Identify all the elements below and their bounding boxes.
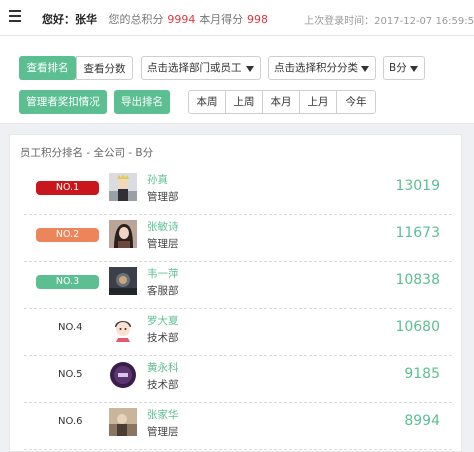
chevron-down-icon [361,66,369,72]
last-login-time: 上次登录时间：2017-12-07 16:59:5 [304,16,474,27]
top-bar: 您好：张华 您的总积分 9994 本月得分 998 上次登录时间：2017-12… [0,0,474,36]
avatar [109,361,137,389]
filter-toolbar: 查看排名 查看分数 点击选择部门或员工 点击选择积分分类 B分 管理者奖扣情况 … [0,36,474,124]
employee-score: 8994 [404,413,440,429]
export-ranking-button[interactable]: 导出排名 [114,90,170,114]
avatar [109,220,137,248]
ranking-row[interactable]: NO.2 张敏诗 管理层 11673 [24,215,452,262]
employee-score: 11673 [395,225,440,241]
avatar [109,173,137,201]
employee-name[interactable]: 张敏诗 [147,219,179,234]
employee-department: 管理部 [147,191,179,203]
month-score-label: 本月得分 [199,13,244,26]
manager-deduction-button[interactable]: 管理者奖扣情况 [19,90,107,114]
period-last-week[interactable]: 上周 [225,90,263,114]
rank-number: NO.5 [58,369,83,380]
employee-score: 9185 [404,366,440,382]
ranking-panel: 员工积分排名 - 全公司 - B分 NO.1 孙真 管理部 13019 NO.2 [9,134,462,452]
view-ranking-button[interactable]: 查看排名 [19,56,76,80]
grade-select-value: B分 [389,62,407,74]
total-score-value: 9994 [167,13,196,26]
period-this-year[interactable]: 今年 [336,90,376,114]
rank-badge: NO.1 [36,181,99,195]
employee-name[interactable]: 韦一萍 [147,266,179,281]
rank-number: NO.4 [58,322,83,333]
department-select-value: 点击选择部门或员工 [147,62,242,74]
employee-department: 客服部 [147,285,179,297]
period-this-month[interactable]: 本月 [262,90,300,114]
employee-department: 管理层 [147,426,179,438]
menu-icon[interactable] [9,10,21,24]
grade-select[interactable]: B分 [383,56,425,80]
avatar [109,408,137,436]
view-scores-button[interactable]: 查看分数 [76,56,133,80]
rank-badge: NO.3 [36,275,99,289]
ranking-row[interactable]: NO.3 韦一萍 客服部 10838 [24,262,452,309]
employee-name[interactable]: 孙真 [147,172,168,187]
category-select[interactable]: 点击选择积分分类 [268,56,376,80]
total-score-label: 您的总积分 [108,13,164,26]
period-this-week[interactable]: 本周 [188,90,226,114]
ranking-row[interactable]: NO.4 罗大夏 技术部 10680 [24,309,452,356]
employee-name[interactable]: 张家华 [147,407,179,422]
avatar [109,267,137,295]
employee-department: 管理层 [147,238,179,250]
employee-department: 技术部 [147,379,179,391]
panel-title: 员工积分排名 - 全公司 - B分 [20,147,154,159]
rank-number: NO.6 [58,416,83,427]
department-select[interactable]: 点击选择部门或员工 [141,56,261,80]
employee-score: 13019 [395,178,440,194]
greeting: 您好：张华 [42,13,97,26]
chevron-down-icon [246,66,254,72]
employee-department: 技术部 [147,332,179,344]
category-select-value: 点击选择积分分类 [274,62,358,74]
month-score-value: 998 [247,13,269,26]
employee-name[interactable]: 黄永科 [147,360,179,375]
ranking-row[interactable]: NO.1 孙真 管理部 13019 [24,168,452,215]
ranking-row[interactable]: NO.6 张家华 管理层 8994 [24,403,452,450]
employee-name[interactable]: 罗大夏 [147,313,179,328]
user-summary: 您好：张华 您的总积分 9994 本月得分 998 [42,11,268,27]
avatar [109,314,137,342]
ranking-row[interactable]: NO.5 黄永科 技术部 9185 [24,356,452,403]
period-last-month[interactable]: 上月 [299,90,337,114]
employee-score: 10838 [395,272,440,288]
rank-badge: NO.2 [36,228,99,242]
chevron-down-icon [410,66,418,72]
employee-score: 10680 [395,319,440,335]
